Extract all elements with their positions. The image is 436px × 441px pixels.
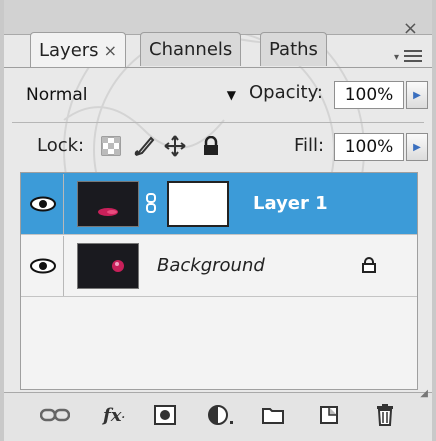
link-layers-icon[interactable] <box>38 401 72 429</box>
layer-name[interactable]: Background <box>157 255 265 276</box>
trash-icon[interactable] <box>370 401 400 429</box>
layer-mask-thumbnail[interactable] <box>167 181 229 227</box>
opacity-slider-arrow-icon[interactable]: ▶ <box>406 81 428 109</box>
opacity-label: Opacity: <box>249 82 323 103</box>
blend-mode-value: Normal <box>26 85 88 105</box>
fx-label: fx <box>103 404 122 426</box>
fill-slider-arrow-icon[interactable]: ▶ <box>406 133 428 161</box>
layer-row-layer-1[interactable]: Layer 1 <box>21 173 417 235</box>
add-mask-icon[interactable] <box>150 401 180 429</box>
blend-mode-select[interactable]: Normal ▼ <box>26 80 236 110</box>
layer-thumbnail <box>77 243 139 289</box>
move-lock-icon[interactable] <box>164 135 186 157</box>
layers-list: Layer 1 Background <box>20 172 418 390</box>
padlock-icon[interactable] <box>200 135 222 157</box>
tab-label: Layers <box>39 40 99 61</box>
new-layer-icon[interactable] <box>314 401 344 429</box>
panel-header <box>4 0 432 35</box>
layer-thumbnail <box>77 181 139 227</box>
panel-menu-icon[interactable]: ▾ <box>394 50 422 63</box>
visibility-eye-icon[interactable] <box>23 235 64 296</box>
chevron-down-icon: ▼ <box>226 88 236 102</box>
lock-label: Lock: <box>37 135 85 156</box>
divider <box>12 122 424 123</box>
layer-row-background[interactable]: Background <box>21 235 417 297</box>
tab-paths[interactable]: Paths <box>260 32 327 66</box>
layers-toolbar: fx. <box>4 392 432 441</box>
visibility-eye-icon[interactable] <box>23 173 64 234</box>
tab-layers[interactable]: Layers × <box>30 32 126 68</box>
layer-name[interactable]: Layer 1 <box>253 193 328 214</box>
tab-close-icon[interactable]: × <box>104 41 117 60</box>
new-group-icon[interactable] <box>258 401 288 429</box>
fill-input[interactable]: 100% <box>334 133 404 161</box>
panel-close-icon[interactable]: × <box>403 18 418 39</box>
tab-label: Channels <box>149 39 233 60</box>
opacity-input[interactable]: 100% <box>334 81 404 109</box>
brush-lock-icon[interactable] <box>133 135 155 157</box>
tab-label: Paths <box>269 39 318 60</box>
fill-label: Fill: <box>294 135 325 156</box>
fx-icon[interactable]: fx. <box>94 401 134 429</box>
adjustment-layer-icon[interactable] <box>204 401 238 429</box>
layers-panel: × Layers × Channels Paths ▾ Normal ▼ Opa… <box>0 0 436 441</box>
transparency-lock-icon[interactable] <box>100 135 122 157</box>
layer-locked-icon <box>361 257 377 273</box>
tab-divider <box>4 67 432 68</box>
resize-grip-icon[interactable]: ◢ <box>420 388 428 399</box>
mask-link-icon[interactable] <box>145 192 157 214</box>
tab-channels[interactable]: Channels <box>140 32 242 66</box>
